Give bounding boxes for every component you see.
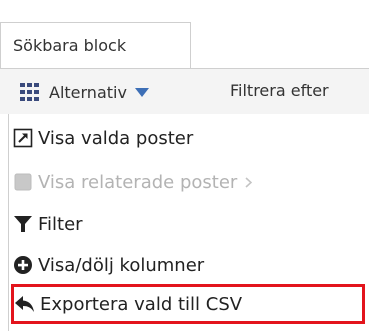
menu-item-show-related: Visa relaterade poster <box>12 164 367 200</box>
plus-circle-icon <box>12 254 34 276</box>
options-label: Alternativ <box>49 82 127 102</box>
tab-label: Sökbara block <box>13 36 127 55</box>
menu-item-label: Visa/dölj kolumner <box>38 254 205 276</box>
options-dropdown-button[interactable]: Alternativ <box>20 80 149 104</box>
filter-by-label[interactable]: Filtrera efter <box>230 81 329 100</box>
menu-item-export-csv[interactable]: Exportera vald till CSV <box>11 284 365 324</box>
menu-item-label: Filter <box>38 213 83 235</box>
menu-item-filter[interactable]: Filter <box>12 206 367 242</box>
funnel-icon <box>12 213 34 235</box>
options-menu: Visa valda poster Visa relaterade poster <box>8 114 369 331</box>
app-screen: Sökbara block Alternativ Filtrera efter … <box>0 0 369 331</box>
menu-item-label: Visa relaterade poster <box>38 171 238 193</box>
caret-down-icon <box>134 87 149 97</box>
reply-arrow-icon <box>14 293 36 315</box>
grid-icon <box>20 80 44 104</box>
tab-sokbara-block[interactable]: Sökbara block <box>0 22 191 68</box>
external-link-icon <box>12 127 34 149</box>
toolbar: Alternativ Filtrera efter <box>0 68 369 114</box>
menu-item-show-hide-columns[interactable]: Visa/dölj kolumner <box>12 247 367 283</box>
menu-item-label: Exportera vald till CSV <box>40 293 243 315</box>
chevron-right-icon <box>245 176 253 188</box>
menu-item-label: Visa valda poster <box>38 127 194 149</box>
checkbox-icon <box>12 171 34 193</box>
menu-item-show-selected[interactable]: Visa valda poster <box>12 120 367 156</box>
